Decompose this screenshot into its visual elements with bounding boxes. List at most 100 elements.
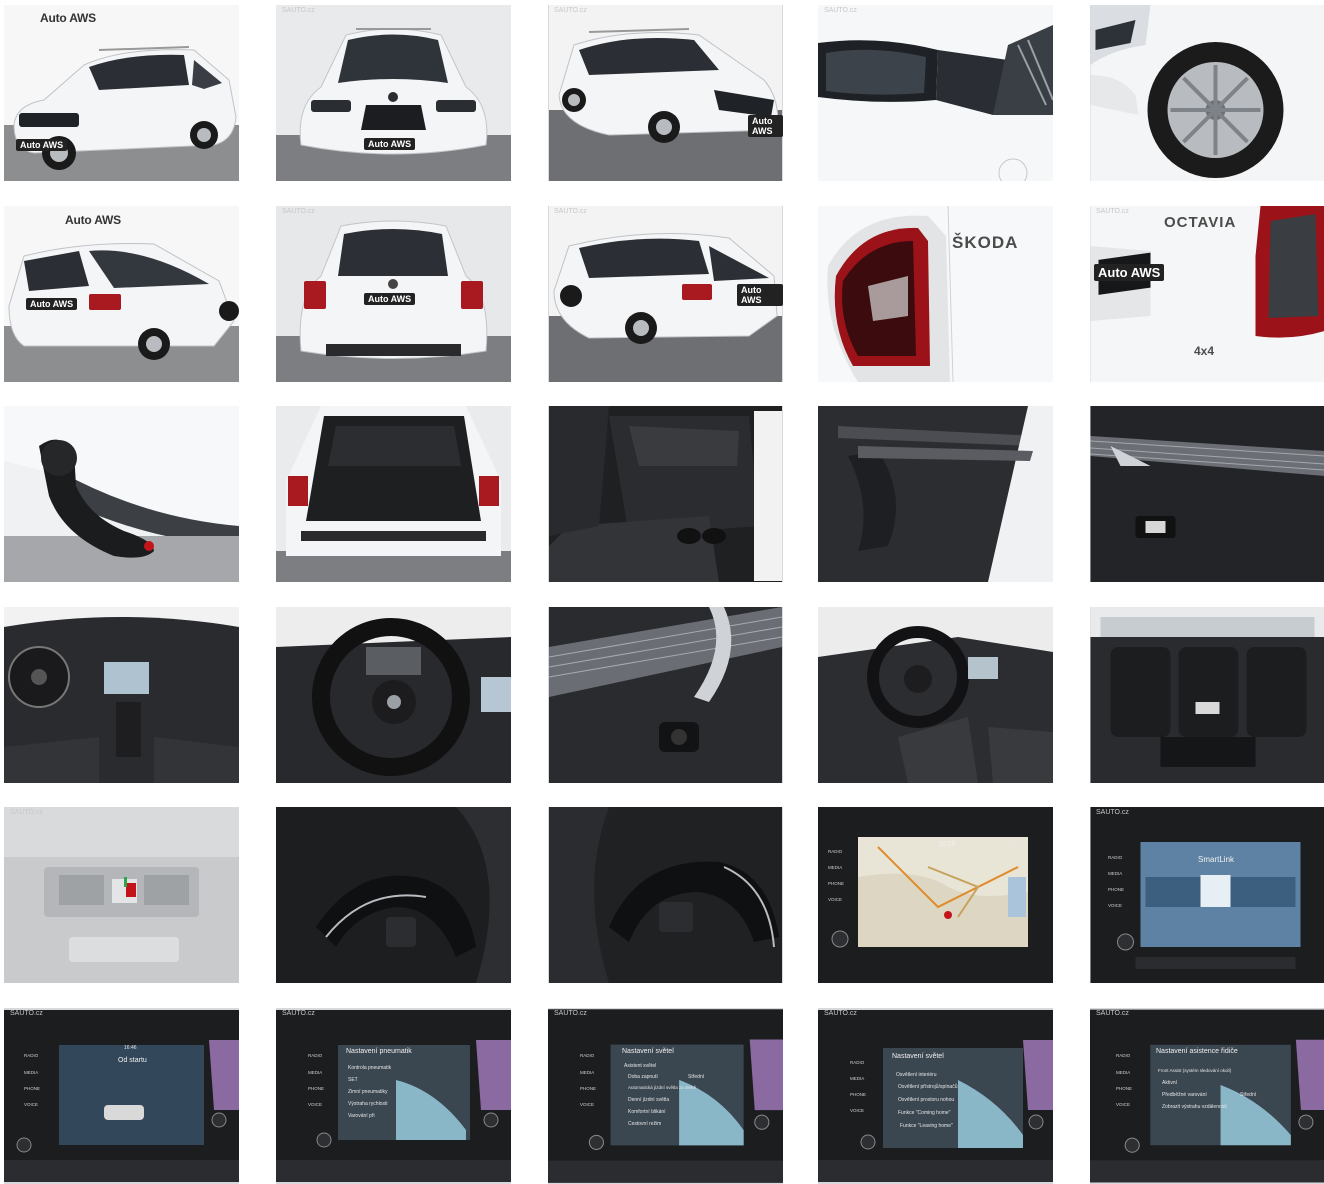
photo-steering-wheel[interactable] (276, 607, 511, 783)
side-button-media[interactable]: MEDIA (828, 865, 842, 870)
side-button-phone[interactable]: PHONE (1116, 1086, 1132, 1091)
side-button-phone[interactable]: PHONE (24, 1086, 40, 1091)
photo-light-settings-screen[interactable]: Nastavení světel Asistent světel Doba za… (548, 1008, 783, 1184)
photo-towbar[interactable] (4, 406, 239, 582)
trunk-image (276, 406, 511, 582)
side-button-phone[interactable]: PHONE (828, 881, 844, 886)
wheel-image (1090, 5, 1324, 181)
model-badge: OCTAVIA (1164, 214, 1236, 231)
smartlink-title: SmartLink (1198, 855, 1234, 864)
side-button-voice[interactable]: VOICE (580, 1102, 594, 1107)
side-button-radio[interactable]: RADIO (850, 1060, 864, 1065)
photo-trunk[interactable] (276, 406, 511, 582)
towbar-image (4, 406, 239, 582)
tyres-item[interactable]: Zimní pneumatiky (348, 1089, 387, 1095)
photo-mirror-control[interactable] (548, 607, 783, 783)
assist-item[interactable]: Předběžné varování (1162, 1092, 1207, 1098)
side-button-media[interactable]: MEDIA (580, 1070, 594, 1075)
tyres-item[interactable]: Varování při (348, 1113, 375, 1119)
photo-exterior-rear-right[interactable]: SAUTO.cz Auto AWS (548, 206, 783, 382)
photo-rear-bench[interactable] (1090, 607, 1324, 783)
lights-item[interactable]: Cestovní režim (628, 1121, 661, 1127)
photo-trip-screen[interactable]: 16:46 Od startu RADIO MEDIA PHONE VOICE … (4, 1008, 239, 1184)
side-button-phone[interactable]: PHONE (850, 1092, 866, 1097)
side-button-radio[interactable]: RADIO (1108, 855, 1122, 860)
side-button-media[interactable]: MEDIA (1108, 871, 1122, 876)
assist-item[interactable]: Aktivní (1162, 1080, 1177, 1086)
side-button-radio[interactable]: RADIO (580, 1053, 594, 1058)
side-button-voice[interactable]: VOICE (308, 1102, 322, 1107)
navigation-screen-image (818, 807, 1053, 983)
photo-exterior-front-right[interactable]: SAUTO.cz Auto AWS (548, 5, 783, 181)
photo-headlight-detail[interactable]: SAUTO.cz (818, 5, 1053, 181)
dealer-plate: Auto AWS (737, 284, 783, 306)
watermark: SAUTO.cz (10, 809, 43, 816)
lights-item[interactable]: Komfortní blikání (628, 1109, 666, 1115)
trip-screen-image (4, 1008, 239, 1184)
photo-badge-detail[interactable]: OCTAVIA Auto AWS 4x4 SAUTO.cz (1090, 206, 1324, 382)
photo-interior-front[interactable] (818, 607, 1053, 783)
lights2-item[interactable]: Funkce "Coming home" (898, 1110, 950, 1116)
tyres-item[interactable]: Výstraha rychlosti (348, 1101, 387, 1107)
dealer-plate: Auto AWS (364, 138, 415, 150)
watermark: SAUTO.cz (1096, 1010, 1129, 1017)
photo-window-switch[interactable] (1090, 406, 1324, 582)
photo-roof-console[interactable]: SAUTO.cz (4, 807, 239, 983)
dealer-plate: Auto AWS (1094, 264, 1164, 281)
photo-dashboard[interactable] (4, 607, 239, 783)
side-button-radio[interactable]: RADIO (24, 1053, 38, 1058)
dealer-plate: Auto AWS (26, 298, 77, 310)
photo-interior-light-settings-screen[interactable]: Nastavení světel Osvětlení interiéru Osv… (818, 1008, 1053, 1184)
side-button-media[interactable]: MEDIA (1116, 1070, 1130, 1075)
lights-item[interactable]: Asistent světel (624, 1063, 656, 1069)
side-button-phone[interactable]: PHONE (580, 1086, 596, 1091)
side-button-media[interactable]: MEDIA (850, 1076, 864, 1081)
side-button-voice[interactable]: VOICE (850, 1108, 864, 1113)
photo-exterior-rear-left[interactable]: Auto AWS Auto AWS (4, 206, 239, 382)
lights2-item[interactable]: Osvětlení prostoru nohou (898, 1097, 954, 1103)
photo-rear-seats-armrest[interactable] (548, 406, 783, 582)
interior-front-image (818, 607, 1053, 783)
photo-exterior-front-left[interactable]: Auto AWS Auto AWS (4, 5, 239, 181)
watermark: SAUTO.cz (282, 1010, 315, 1017)
lights-item[interactable]: Denní jízdní světla (628, 1097, 669, 1103)
lights2-screen-title: Nastavení světel (892, 1053, 944, 1060)
dealer-plate: Auto AWS (748, 115, 783, 137)
photo-taillight-detail[interactable]: ŠKODA (818, 206, 1053, 382)
photo-wheel-buttons-right[interactable] (548, 807, 783, 983)
light-settings-image (548, 1008, 783, 1184)
watermark: SAUTO.cz (554, 1010, 587, 1017)
side-button-radio[interactable]: RADIO (828, 849, 842, 854)
lights2-item[interactable]: Osvětlení interiéru (896, 1072, 937, 1078)
photo-door-panel[interactable] (818, 406, 1053, 582)
photo-driver-assist-screen[interactable]: Nastavení asistence řidiče Front Assist … (1090, 1008, 1324, 1184)
photo-wheel-detail[interactable] (1090, 5, 1324, 181)
side-button-media[interactable]: MEDIA (24, 1070, 38, 1075)
assist-item[interactable]: Front Assist (systém sledování okolí) (1158, 1068, 1231, 1073)
side-button-voice[interactable]: VOICE (828, 897, 842, 902)
side-button-phone[interactable]: PHONE (1108, 887, 1124, 892)
tyres-item[interactable]: SET (348, 1077, 358, 1083)
mirror-control-image (548, 607, 783, 783)
photo-wheel-buttons-left[interactable] (276, 807, 511, 983)
photo-tyre-settings-screen[interactable]: Nastavení pneumatik Kontrola pneumatik S… (276, 1008, 511, 1184)
side-button-voice[interactable]: VOICE (1108, 903, 1122, 908)
drive-badge: 4x4 (1194, 344, 1214, 358)
photo-exterior-front[interactable]: SAUTO.cz Auto AWS (276, 5, 511, 181)
lights-item[interactable]: Doba zapnutí (628, 1074, 658, 1080)
side-button-voice[interactable]: VOICE (1116, 1102, 1130, 1107)
lights2-item[interactable]: Funkce "Leaving home" (900, 1123, 953, 1129)
lights2-item[interactable]: Osvětlení přístrojů/spínačů (898, 1084, 957, 1090)
tyres-item[interactable]: Kontrola pneumatik (348, 1065, 391, 1071)
photo-smartlink-screen[interactable]: SmartLink RADIO MEDIA PHONE VOICE SAUTO.… (1090, 807, 1324, 983)
photo-navigation-screen[interactable]: 16:29 23.0c RADIO MEDIA PHONE VOICE (818, 807, 1053, 983)
photo-exterior-rear[interactable]: SAUTO.cz Auto AWS (276, 206, 511, 382)
side-button-media[interactable]: MEDIA (308, 1070, 322, 1075)
side-button-radio[interactable]: RADIO (308, 1053, 322, 1058)
side-button-phone[interactable]: PHONE (308, 1086, 324, 1091)
side-button-voice[interactable]: VOICE (24, 1102, 38, 1107)
assist-item[interactable]: Zobrazit výstrahu vzdálenosti (1162, 1104, 1227, 1110)
side-button-radio[interactable]: RADIO (1116, 1053, 1130, 1058)
steering-wheel-image (276, 607, 511, 783)
lights-item[interactable]: Automatická jízdní světla za deště (628, 1085, 696, 1090)
